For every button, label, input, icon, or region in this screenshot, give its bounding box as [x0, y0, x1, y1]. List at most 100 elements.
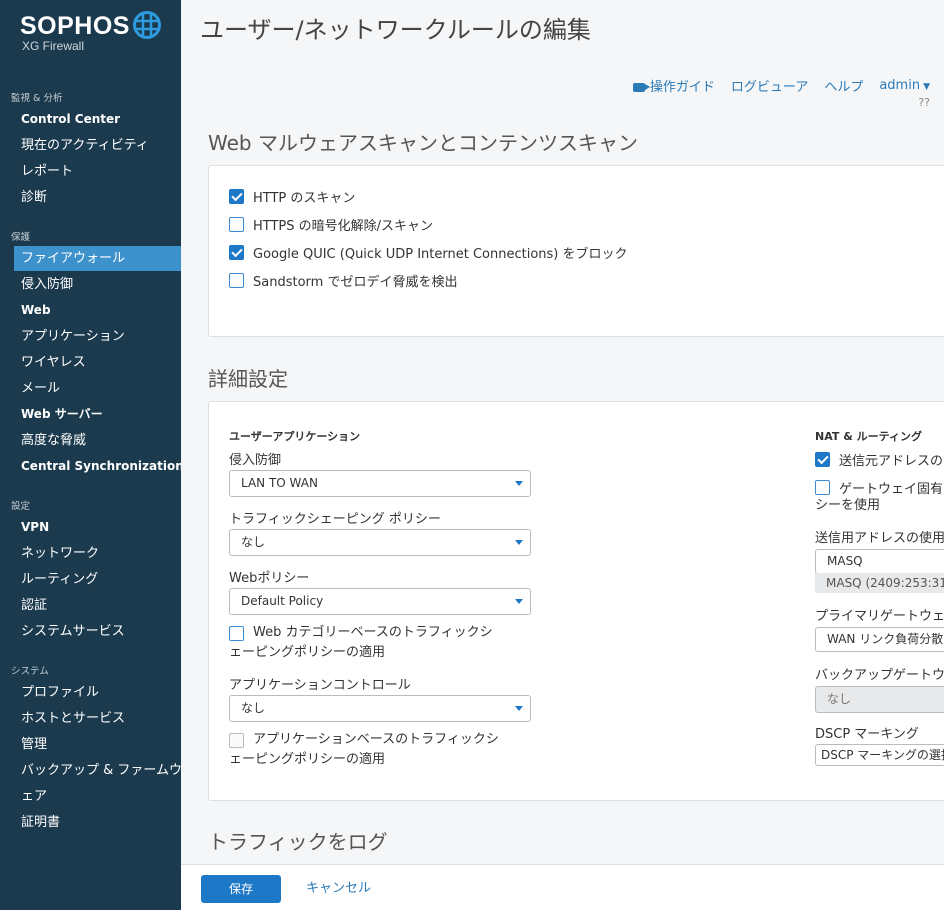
nat-heading: NAT & ルーティング [815, 430, 922, 443]
sidebar-item-ips[interactable]: 侵入防御 [14, 272, 181, 297]
masq-checkbox[interactable] [815, 452, 830, 467]
dscp-label: DSCP マーキング [815, 727, 919, 742]
sidebar-item-vpn[interactable]: VPN [14, 515, 181, 540]
guide-label: 操作ガイド [649, 80, 715, 95]
http-scan-label: HTTP のスキャン [253, 191, 356, 206]
app-control-label: アプリケーションコントロール [229, 678, 411, 693]
sidebar-item-network[interactable]: ネットワーク [14, 541, 181, 566]
web-policy-value: Default Policy [241, 594, 324, 608]
sidebar-item-firewall[interactable]: ファイアウォール [14, 246, 181, 271]
sidebar-item-reports[interactable]: レポート [14, 159, 181, 184]
outbound-label: 送信用アドレスの使用 [815, 531, 944, 546]
app-control-value: なし [241, 701, 266, 715]
dscp-select[interactable]: DSCP マーキングの選択 [815, 744, 944, 766]
outbound-select[interactable]: MASQ [815, 549, 944, 574]
http-scan-checkbox[interactable] [229, 189, 244, 204]
sidebar-item-system-services[interactable]: システムサービス [14, 619, 181, 644]
video-camera-icon [632, 83, 650, 92]
gateway-checkbox[interactable] [815, 480, 830, 495]
https-decrypt-option[interactable]: HTTPS の暗号化解除/スキャン [229, 215, 433, 234]
caret-down-icon: ▼ [923, 82, 930, 92]
web-category-shaping-line1: Web カテゴリーベースのトラフィックシ [253, 625, 493, 640]
sidebar-item-administration[interactable]: 管理 [14, 732, 181, 757]
web-policy-select[interactable]: Default Policy [229, 588, 531, 615]
https-decrypt-label: HTTPS の暗号化解除/スキャン [253, 219, 434, 234]
backup-gateway-select[interactable]: なし [815, 686, 944, 713]
quic-block-checkbox[interactable] [229, 245, 244, 260]
caret-down-icon [515, 481, 523, 486]
guide-link[interactable]: 操作ガイド [632, 76, 715, 95]
primary-gateway-select[interactable]: WAN リンク負荷分散 [815, 627, 944, 652]
ips-select[interactable]: LAN TO WAN [229, 470, 531, 497]
section-monitor: 監視 & 分析 [11, 93, 63, 104]
app-control-select[interactable]: なし [229, 695, 531, 722]
web-category-shaping-checkbox[interactable] [229, 626, 244, 641]
advanced-title: 詳細設定 [208, 367, 288, 391]
shaping-label: トラフィックシェーピング ポリシー [229, 512, 441, 527]
brand-name: SOPHOS [20, 12, 130, 40]
footer-bar: 保存 キャンセル [181, 864, 944, 910]
shaping-value: なし [241, 535, 266, 549]
page-title: ユーザー/ネットワークルールの編集 [200, 16, 591, 44]
app-based-shaping-line1: アプリケーションベースのトラフィックシ [253, 732, 499, 747]
web-category-shaping-line2: ェーピングポリシーの適用 [229, 645, 386, 660]
sidebar-item-advanced-threat[interactable]: 高度な脅威 [14, 428, 181, 453]
section-protect: 保護 [11, 232, 31, 243]
shaping-select[interactable]: なし [229, 529, 531, 556]
sidebar-item-hosts-services[interactable]: ホストとサービス [14, 706, 181, 731]
caret-down-icon [515, 540, 523, 545]
sandstorm-option[interactable]: Sandstorm でゼロデイ脅威を検出 [229, 271, 457, 290]
save-button[interactable]: 保存 [201, 875, 281, 903]
quic-block-label: Google QUIC (Quick UDP Internet Connecti… [253, 247, 628, 262]
backup-gateway-label: バックアップゲートウ [815, 668, 944, 683]
extra-indicator: ?? [918, 96, 930, 109]
section-configure: 設定 [11, 501, 31, 512]
top-links: 操作ガイド ログビューア ヘルプ admin ▼ [632, 76, 930, 95]
sidebar-item-wireless[interactable]: ワイヤレス [14, 350, 181, 375]
app-based-shaping-checkbox[interactable] [229, 733, 244, 748]
user-menu[interactable]: admin ▼ [879, 78, 930, 93]
section-system: システム [11, 666, 49, 677]
outbound-hint: MASQ (2409:253:31 [815, 573, 944, 593]
sidebar-item-central-sync[interactable]: Central Synchronization [14, 454, 181, 479]
sidebar-item-backup-firmware[interactable]: バックアップ & ファームウ [14, 758, 181, 783]
http-scan-option[interactable]: HTTP のスキャン [229, 187, 355, 206]
masq-option[interactable]: 送信元アドレスの [815, 450, 943, 469]
quic-block-option[interactable]: Google QUIC (Quick UDP Internet Connecti… [229, 243, 628, 262]
sidebar-item-diagnostics[interactable]: 診断 [14, 185, 181, 210]
help-link[interactable]: ヘルプ [824, 76, 863, 95]
gateway-option[interactable]: ゲートウェイ固有 [815, 478, 943, 497]
sidebar: SOPHOS XG Firewall 監視 & 分析 Control Cente… [0, 0, 181, 910]
sidebar-item-profiles[interactable]: プロファイル [14, 680, 181, 705]
caret-down-icon [515, 706, 523, 711]
cancel-button[interactable]: キャンセル [306, 875, 371, 903]
logo[interactable]: SOPHOS XG Firewall [20, 12, 130, 53]
gateway-label-line2: シーを使用 [815, 498, 881, 513]
app-based-shaping-line2: ェーピングポリシーの適用 [229, 752, 386, 767]
sidebar-item-routing[interactable]: ルーティング [14, 567, 181, 592]
sandstorm-label: Sandstorm でゼロデイ脅威を検出 [253, 275, 458, 290]
sidebar-item-email[interactable]: メール [14, 376, 181, 401]
sandstorm-checkbox[interactable] [229, 273, 244, 288]
sidebar-item-authentication[interactable]: 認証 [14, 593, 181, 618]
gateway-label-line1: ゲートウェイ固有 [839, 482, 944, 497]
product-name: XG Firewall [22, 39, 85, 53]
primary-gateway-label: プライマリゲートウェ [815, 609, 944, 624]
sidebar-item-web[interactable]: Web [14, 298, 181, 323]
log-viewer-link[interactable]: ログビューア [731, 76, 808, 95]
ips-value: LAN TO WAN [241, 476, 318, 490]
sidebar-item-web-server[interactable]: Web サーバー [14, 402, 181, 427]
sidebar-item-control-center[interactable]: Control Center [14, 107, 181, 132]
user-apps-heading: ユーザーアプリケーション [229, 430, 361, 443]
masq-label: 送信元アドレスの [839, 454, 944, 469]
sidebar-item-applications[interactable]: アプリケーション [14, 324, 181, 349]
sidebar-item-backup-firmware-cont[interactable]: ェア [14, 784, 181, 809]
user-label: admin [879, 78, 921, 93]
caret-down-icon [515, 599, 523, 604]
ips-label: 侵入防御 [229, 453, 282, 468]
web-scan-title: Web マルウェアスキャンとコンテンツスキャン [208, 131, 638, 155]
https-decrypt-checkbox[interactable] [229, 217, 244, 232]
sidebar-item-current-activity[interactable]: 現在のアクティビティ [14, 133, 181, 158]
web-policy-label: Webポリシー [229, 571, 310, 586]
sidebar-item-certificates[interactable]: 証明書 [14, 810, 181, 835]
